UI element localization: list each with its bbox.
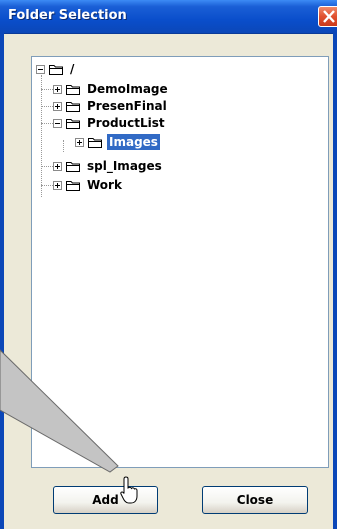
close-button[interactable]: Close <box>202 486 308 514</box>
folder-selection-dialog: Folder Selection / DemoImage PresenFinal… <box>0 0 337 529</box>
hand-cursor-icon <box>120 476 138 504</box>
add-button[interactable]: Add <box>53 486 158 514</box>
callout-pointer <box>0 349 119 473</box>
